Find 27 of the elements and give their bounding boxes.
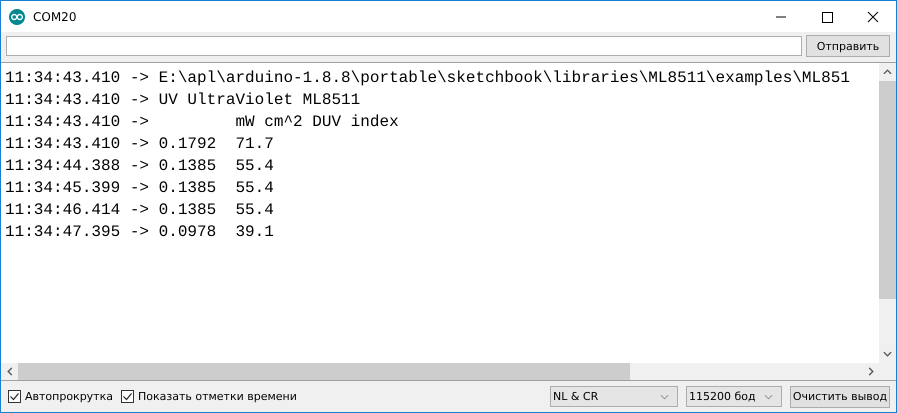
line-ending-dropdown[interactable]: NL & CR bbox=[550, 386, 678, 407]
window-title: COM20 bbox=[33, 10, 76, 24]
scroll-left-icon[interactable] bbox=[7, 367, 13, 376]
input-field[interactable] bbox=[6, 36, 802, 56]
horizontal-scrollbar[interactable] bbox=[1, 363, 879, 380]
scroll-up-icon[interactable] bbox=[883, 69, 892, 75]
logo-icon bbox=[9, 8, 25, 24]
scroll-right-icon[interactable] bbox=[868, 367, 874, 376]
checkbox[interactable] bbox=[120, 390, 134, 403]
scroll-down-icon[interactable] bbox=[883, 351, 892, 357]
caret-icon bbox=[764, 394, 773, 400]
output-line: 11:34:43.410 -> UV UltraViolet ML8511 bbox=[5, 90, 362, 111]
output-line: 11:34:43.410 -> mW cm^2 DUV index bbox=[5, 112, 400, 133]
caret-icon bbox=[660, 394, 669, 400]
clear-output-button[interactable]: Очистить вывод bbox=[790, 386, 890, 408]
checkbox-label: Показать отметки времени bbox=[138, 390, 297, 403]
output-line: 11:34:43.410 -> 0.1792 71.7 bbox=[5, 134, 275, 155]
checkbox-label: Автопрокрутка bbox=[25, 390, 113, 403]
output-line: 11:34:43.410 -> E:\apl\arduino-1.8.8\portable\sketchbook\libraries\ML8511\examples\ML851 bbox=[5, 68, 851, 89]
output-line: 11:34:47.395 -> 0.0978 39.1 bbox=[5, 222, 275, 243]
send-button[interactable]: Отправить bbox=[806, 35, 890, 57]
vertical-scrollbar[interactable] bbox=[879, 63, 896, 380]
baud-rate-dropdown[interactable]: 115200 бод bbox=[686, 386, 782, 407]
output-line: 11:34:46.414 -> 0.1385 55.4 bbox=[5, 200, 275, 221]
output-line: 11:34:45.399 -> 0.1385 55.4 bbox=[5, 178, 275, 199]
checkbox[interactable] bbox=[8, 390, 21, 403]
output-line: 11:34:44.388 -> 0.1385 55.4 bbox=[5, 156, 275, 177]
